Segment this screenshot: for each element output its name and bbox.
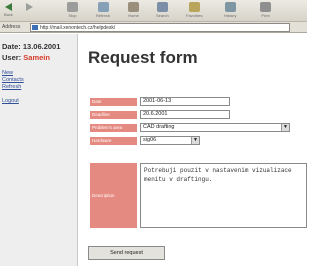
refresh-button[interactable]: Refresh	[96, 2, 110, 21]
address-input[interactable]: http://mail.xenontech.cz/helpdesk/	[30, 23, 290, 32]
print-icon	[260, 2, 271, 12]
favorites-icon	[188, 2, 200, 12]
address-url: http://mail.xenontech.cz/helpdesk/	[40, 25, 116, 31]
back-button[interactable]: Back	[4, 2, 13, 21]
sidebar-link-new[interactable]: New	[2, 70, 13, 76]
browser-toolbar: Back Stop Refresh Home Search Favorites …	[0, 0, 307, 22]
description-textarea[interactable]: Potrebuji pouzit v nastavenim vizualizac…	[140, 163, 307, 228]
sidebar-link-logout[interactable]: Logout	[2, 98, 19, 104]
favorites-button[interactable]: Favorites	[186, 2, 202, 21]
home-icon	[128, 2, 139, 12]
problem-area-field-label: Problem's area	[90, 124, 137, 132]
history-label: History	[224, 13, 237, 18]
hardware-value: sig06	[143, 137, 157, 143]
stop-button[interactable]: Stop	[67, 2, 78, 21]
refresh-icon	[97, 2, 109, 12]
stop-icon	[67, 2, 78, 12]
favorites-label: Favorites	[186, 13, 203, 18]
print-label: Print	[261, 13, 270, 18]
history-icon	[224, 2, 236, 12]
history-button[interactable]: History	[224, 2, 236, 21]
problem-area-value: CAD drafting	[143, 124, 175, 130]
search-label: Search	[156, 13, 169, 18]
date-line: Date: 13.06.2001	[2, 42, 60, 51]
sidebar: Date: 13.06.2001 User: Samein New Contac…	[0, 34, 78, 266]
problem-area-select[interactable]: CAD drafting ▼	[140, 123, 290, 132]
chevron-down-icon: ▼	[191, 137, 199, 144]
print-button[interactable]: Print	[260, 2, 271, 21]
user-label: User:	[2, 53, 22, 62]
description-field-label: Description	[90, 163, 137, 228]
home-label: Home	[128, 13, 139, 18]
sidebar-link-refresh[interactable]: Refresh	[2, 84, 21, 90]
send-request-button[interactable]: Send request	[88, 246, 165, 260]
forward-arrow-icon	[26, 3, 33, 11]
deadline-field-label: Deadline	[90, 111, 137, 119]
user-line: User: Samein	[2, 53, 50, 62]
date-label: Date:	[2, 42, 21, 51]
address-bar: Address http://mail.xenontech.cz/helpdes…	[0, 22, 307, 33]
back-arrow-icon	[4, 3, 12, 11]
date-field-label: Date	[90, 98, 137, 106]
address-label: Address	[2, 24, 21, 30]
search-button[interactable]: Search	[156, 2, 169, 21]
sidebar-link-contacts[interactable]: Contacts	[2, 77, 24, 83]
stop-label: Stop	[68, 13, 77, 18]
hardware-field-label: Hardware	[90, 137, 137, 145]
forward-button[interactable]	[26, 2, 33, 21]
chevron-down-icon: ▼	[281, 124, 289, 131]
user-name: Samein	[23, 53, 50, 62]
refresh-label: Refresh	[96, 13, 111, 18]
back-label: Back	[4, 12, 13, 17]
home-button[interactable]: Home	[128, 2, 139, 21]
search-icon	[156, 2, 168, 12]
date-input[interactable]: 2001-06-13	[140, 97, 230, 106]
hardware-select[interactable]: sig06 ▼	[140, 136, 200, 145]
date-value: 13.06.2001	[22, 42, 61, 51]
page-title: Request form	[88, 48, 198, 67]
browser-window: Back Stop Refresh Home Search Favorites …	[0, 0, 307, 266]
page-icon	[32, 25, 38, 30]
deadline-input[interactable]: 20.6.2001	[140, 110, 230, 119]
